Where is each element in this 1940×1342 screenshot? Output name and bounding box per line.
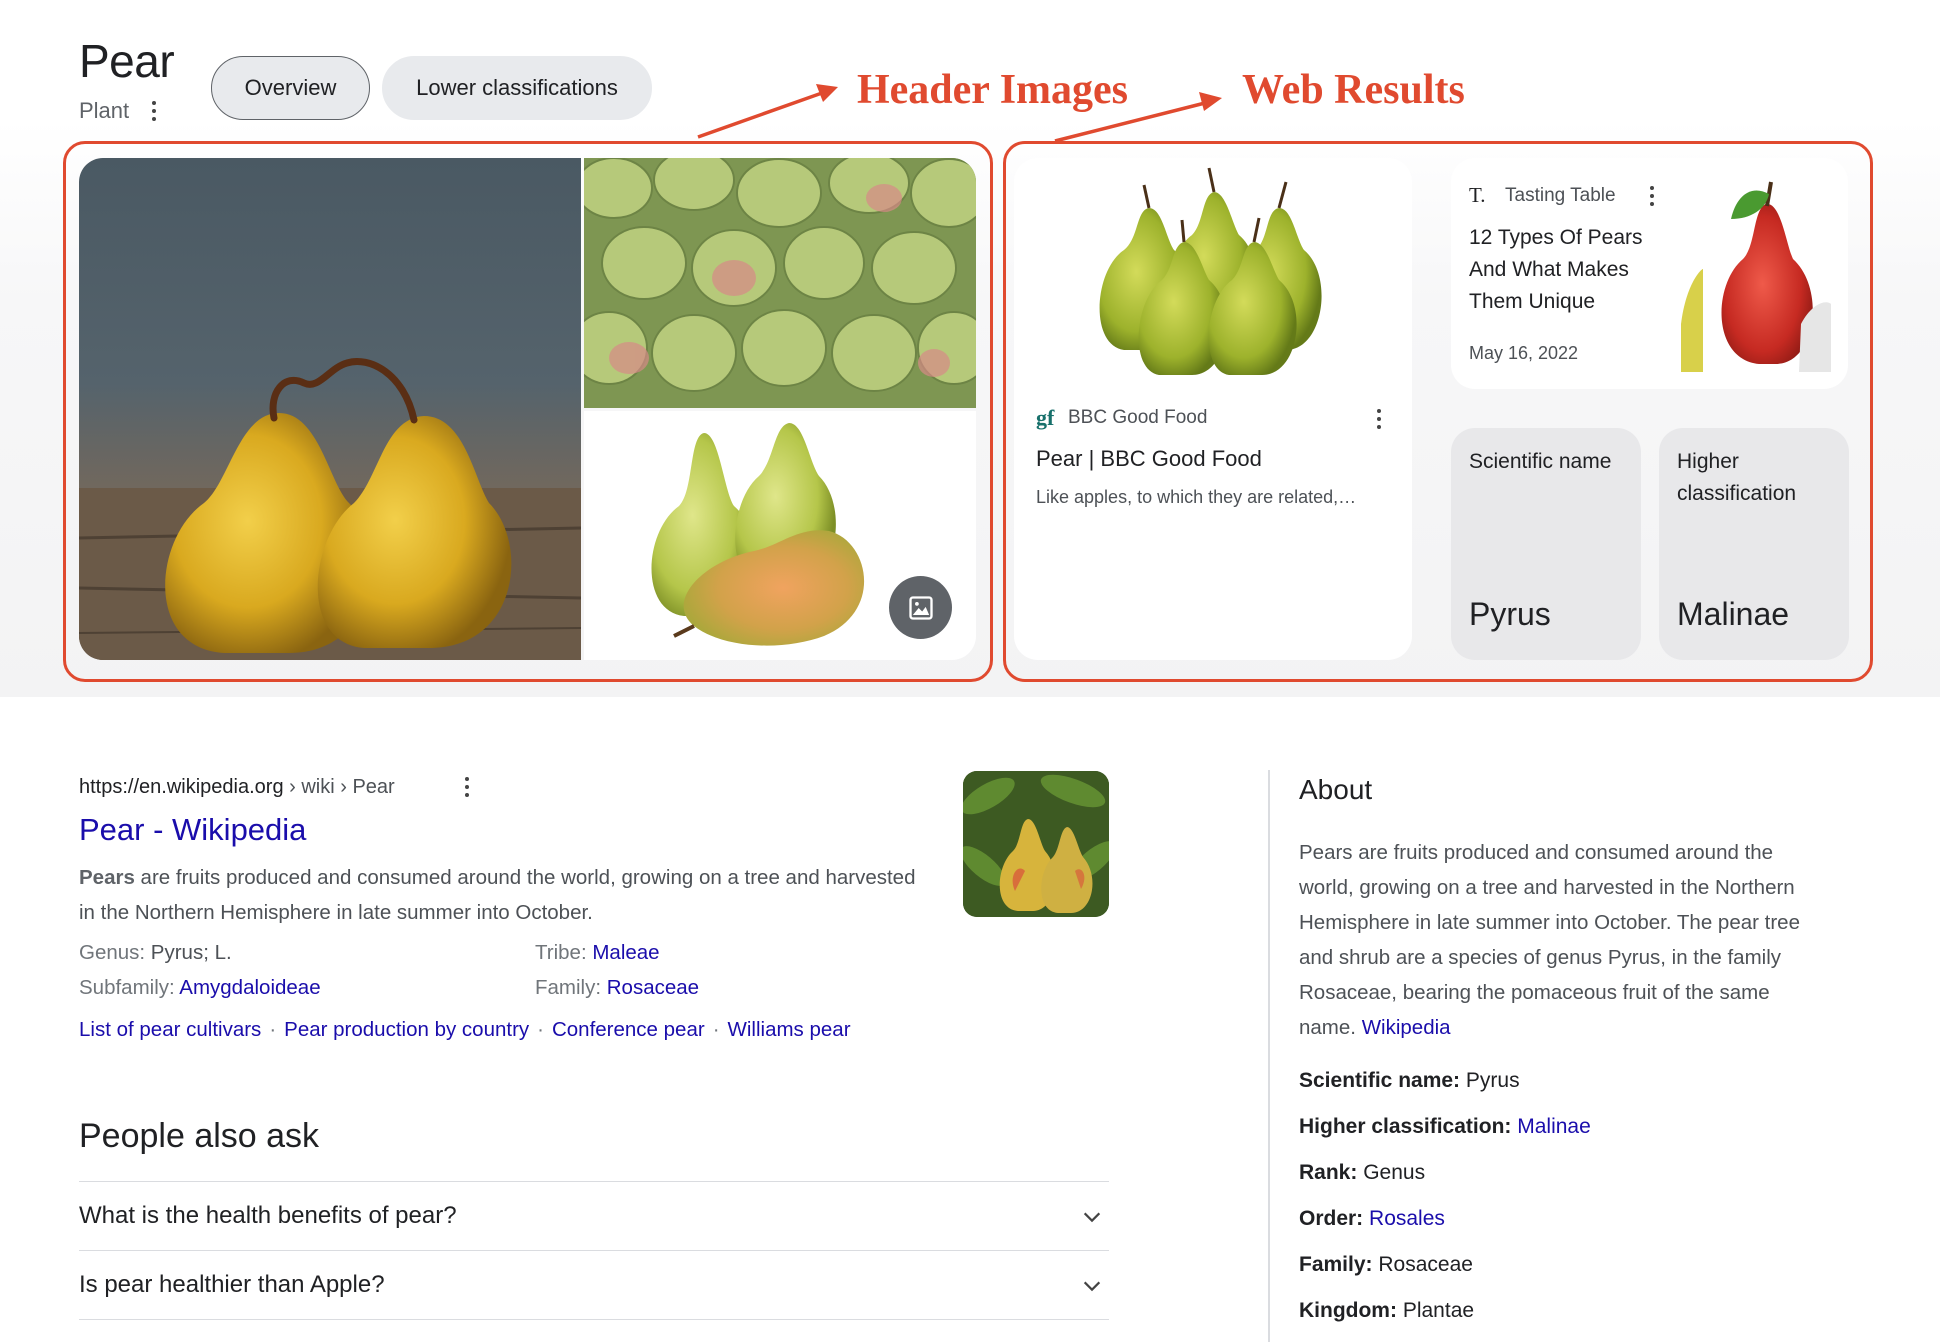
bbc-result-title[interactable]: Pear | BBC Good Food (1036, 446, 1262, 472)
tasting-table-source[interactable]: T. Tasting Table (1469, 183, 1616, 208)
sitelink[interactable]: List of pear cultivars (79, 1018, 261, 1042)
about-fact-higher-classification: Higher classification: Malinae (1299, 1115, 1591, 1139)
fact-label: Order: (1299, 1207, 1364, 1230)
about-fact-scientific-name: Scientific name: Pyrus (1299, 1069, 1520, 1093)
annotation-header-images: Header Images (857, 67, 1129, 113)
chip-lower-classifications[interactable]: Lower classifications (382, 56, 652, 120)
attr-tribe-link[interactable]: Maleae (592, 941, 659, 964)
tasting-table-result-title[interactable]: 12 Types Of Pears And What Makes Them Un… (1469, 222, 1659, 318)
sitelink-separator: · (537, 1018, 544, 1041)
fact-value-link[interactable]: Rosales (1369, 1207, 1445, 1230)
about-description: Pears are fruits produced and consumed a… (1299, 835, 1829, 1045)
result-url-path: › wiki › Pear (283, 776, 395, 798)
paa-question-text: What is the health benefits of pear? (79, 1202, 457, 1229)
chip-overview[interactable]: Overview (211, 56, 370, 120)
bbc-more-options-icon[interactable] (1372, 408, 1386, 430)
result-snippet: Pears are fruits produced and consumed a… (79, 860, 919, 930)
sitelink[interactable]: Conference pear (552, 1018, 705, 1042)
paa-question-row[interactable]: Is pear healthier than Apple? (79, 1250, 1109, 1319)
attr-family: Family: Rosaceae (535, 976, 699, 1000)
attr-family-link[interactable]: Rosaceae (607, 976, 699, 999)
entity-subtitle: Plant (79, 98, 130, 123)
about-fact-order: Order: Rosales (1299, 1207, 1445, 1231)
fact-value: Rosaceae (1378, 1253, 1473, 1276)
fact-card-higher-classification[interactable]: Higher classification Malinae (1659, 428, 1849, 660)
more-options-icon[interactable] (146, 98, 162, 124)
about-heading: About (1299, 774, 1373, 805)
sitelink[interactable]: Pear production by country (284, 1018, 529, 1042)
result-snippet-text: are fruits produced and consumed around … (79, 866, 916, 924)
chevron-down-icon (1083, 1281, 1101, 1292)
fact-card-label: Higher classification (1677, 450, 1797, 505)
fact-label: Scientific name: (1299, 1069, 1461, 1092)
fact-value: Genus (1363, 1161, 1426, 1184)
tasting-table-source-name: Tasting Table (1505, 184, 1616, 206)
bbc-source[interactable]: gf BBC Good Food (1036, 405, 1207, 431)
tasting-table-result-image (1681, 181, 1831, 372)
about-text: Pears are fruits produced and consumed a… (1299, 841, 1800, 1039)
people-also-ask-heading: People also ask (79, 1117, 320, 1155)
fact-value: Plantae (1402, 1299, 1475, 1322)
bbc-source-name: BBC Good Food (1068, 407, 1208, 428)
tasting-table-more-options-icon[interactable] (1645, 185, 1659, 207)
paa-divider (79, 1319, 1109, 1320)
bbc-result-image (1099, 167, 1322, 375)
attr-tribe-label: Tribe: (535, 941, 593, 964)
fact-card-value: Malinae (1677, 596, 1790, 632)
fact-value: Pyrus (1465, 1069, 1520, 1092)
tasting-table-logo-icon: T. (1469, 183, 1486, 207)
about-fact-family: Family: Rosaceae (1299, 1253, 1473, 1277)
annotation-box-header-images (63, 141, 993, 682)
about-fact-rank: Rank: Genus (1299, 1161, 1425, 1185)
fact-label: Kingdom: (1299, 1299, 1397, 1322)
fact-card-scientific-name[interactable]: Scientific name Pyrus (1451, 428, 1641, 660)
result-sitelinks: List of pear cultivars · Pear production… (79, 1018, 851, 1042)
entity-title: Pear (79, 35, 175, 87)
tasting-table-result-date: May 16, 2022 (1469, 343, 1579, 363)
paa-question-row[interactable]: What is the health benefits of pear? (79, 1181, 1109, 1250)
attr-subfamily: Subfamily: Amygdaloideae (79, 976, 321, 1000)
fact-card-value: Pyrus (1469, 596, 1551, 632)
annotation-web-results: Web Results (1242, 67, 1465, 113)
fact-label: Family: (1299, 1253, 1373, 1276)
chevron-down-icon (1083, 1212, 1101, 1223)
fact-card-label: Scientific name (1469, 450, 1612, 473)
attr-genus: Genus: Pyrus; L. (79, 941, 232, 965)
sitelink-separator: · (712, 1018, 720, 1041)
paa-question-text: Is pear healthier than Apple? (79, 1271, 385, 1298)
fact-value-link[interactable]: Malinae (1517, 1115, 1591, 1138)
about-fact-kingdom: Kingdom: Plantae (1299, 1299, 1474, 1323)
result-more-options-icon[interactable] (460, 776, 474, 798)
result-url-domain: https://en.wikipedia.org (79, 776, 284, 798)
result-snippet-bold: Pears (79, 866, 135, 889)
bbc-good-food-logo-icon: gf (1036, 405, 1055, 430)
attr-tribe: Tribe: Maleae (535, 941, 660, 965)
attr-subfamily-link[interactable]: Amygdaloideae (179, 976, 320, 999)
sitelink[interactable]: Williams pear (728, 1018, 851, 1042)
result-url-breadcrumb[interactable]: https://en.wikipedia.org › wiki › Pear (79, 776, 395, 799)
sitelink-separator: · (269, 1018, 277, 1041)
about-source-link[interactable]: Wikipedia (1362, 1016, 1451, 1039)
fact-label: Rank: (1299, 1161, 1358, 1184)
attr-genus-label: Genus: (79, 941, 151, 964)
result-title-link[interactable]: Pear - Wikipedia (79, 812, 306, 848)
fact-label: Higher classification: (1299, 1115, 1512, 1138)
column-divider (1268, 770, 1270, 1342)
attr-family-label: Family: (535, 976, 607, 999)
attr-genus-value: Pyrus; L. (150, 941, 232, 964)
attr-subfamily-label: Subfamily: (79, 976, 180, 999)
bbc-result-snippet: Like apples, to which they are related,… (1036, 487, 1357, 507)
result-thumbnail[interactable] (963, 771, 1109, 917)
